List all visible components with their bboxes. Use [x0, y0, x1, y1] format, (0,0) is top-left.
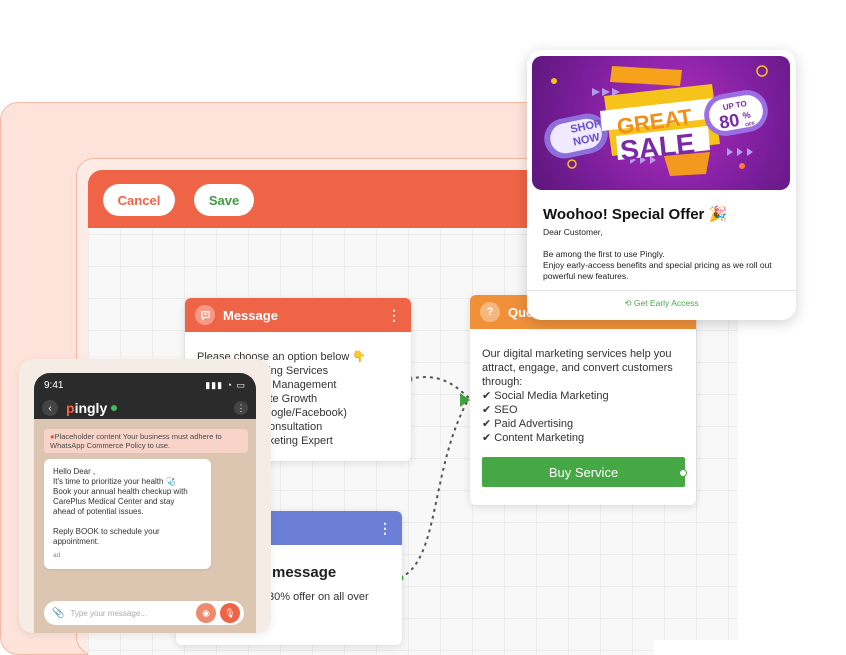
- offer-line: Enjoy early-access benefits and special …: [543, 260, 772, 281]
- bubble-line: Reply BOOK to schedule your: [53, 527, 160, 536]
- message-composer[interactable]: 📎 Type your message... ◉ 🎙: [44, 601, 244, 625]
- banner-pct-sign: %: [742, 110, 752, 121]
- pingly-logo: p ingly: [66, 400, 118, 416]
- paperclip-icon[interactable]: 📎: [52, 608, 64, 619]
- get-early-access-link[interactable]: ⟲ Get Early Access: [527, 298, 796, 309]
- buy-service-label: Buy Service: [548, 464, 619, 480]
- offer-greeting: Dear Customer,: [543, 227, 603, 237]
- offer-line: Be among the first to use Pingly.: [543, 249, 665, 259]
- question-option: ✔ Social Media Marketing: [482, 390, 609, 402]
- question-option: ✔ Content Marketing: [482, 432, 585, 444]
- microphone-icon[interactable]: 🎙: [220, 603, 240, 623]
- cancel-button[interactable]: Cancel: [103, 184, 175, 216]
- offer-body: Dear Customer, Be among the first to use…: [543, 227, 788, 282]
- chat-message-bubble: Hello Dear , It's time to prioritize you…: [44, 459, 211, 569]
- special-offer-popup: SHOP NOW GREAT SALE UP TO 80 % OFF Wooho…: [527, 50, 796, 320]
- signal-wifi-battery-icon: ▮▮▮ ◔ ▭: [205, 379, 246, 390]
- divider: [527, 290, 796, 291]
- buy-service-button[interactable]: Buy Service: [482, 457, 685, 487]
- canvas-corner-mask: [654, 640, 738, 655]
- bubble-line: Hello Dear ,: [53, 467, 96, 476]
- back-arrow-icon[interactable]: ‹: [42, 400, 58, 416]
- bubble-line: Book your annual health checkup with: [53, 487, 188, 496]
- phone-status-bar: 9:41 ▮▮▮ ◔ ▭: [34, 373, 256, 397]
- bubble-line: ahead of potential issues.: [53, 507, 144, 516]
- sparkle-icon: ⟲: [624, 298, 634, 308]
- message-node-title: Message: [223, 307, 278, 323]
- template-node-title: message: [272, 564, 337, 581]
- phone-time: 9:41: [44, 379, 64, 391]
- more-vertical-icon[interactable]: ⋮: [378, 520, 392, 537]
- sale-banner-image: SHOP NOW GREAT SALE UP TO 80 % OFF: [532, 56, 790, 190]
- question-option: ✔ Paid Advertising: [482, 418, 574, 430]
- more-vertical-icon[interactable]: ⋮: [234, 401, 248, 415]
- camera-icon[interactable]: ◉: [196, 603, 216, 623]
- chat-app-bar: ‹ p ingly ⋮: [34, 397, 256, 419]
- question-node-body: Our digital marketing services help you …: [470, 329, 696, 499]
- buy-service-output-handle[interactable]: [679, 469, 687, 477]
- question-intro: Our digital marketing services help you …: [482, 348, 673, 388]
- bubble-line: appointment.: [53, 537, 100, 546]
- policy-notice: ●Placeholder content Your business must …: [44, 429, 248, 453]
- question-node[interactable]: ? Ques Our digital marketing services he…: [470, 295, 696, 505]
- bubble-line: CarePlus Medical Center and stay: [53, 497, 175, 506]
- composer-placeholder: Type your message...: [70, 608, 147, 618]
- ad-label: ad: [53, 552, 61, 559]
- message-node-header: Message ⋮: [185, 298, 411, 332]
- question-icon: ?: [480, 302, 500, 322]
- banner-percent: 80: [718, 110, 741, 133]
- question-option: ✔ SEO: [482, 404, 518, 416]
- online-status-dot: [111, 405, 118, 411]
- phone-preview: 9:41 ▮▮▮ ◔ ▭ ‹ p ingly ⋮ ●Placeholder con…: [34, 373, 256, 633]
- chat-bubble-icon: [195, 305, 215, 325]
- bubble-line: It's time to prioritize your health 🩺: [53, 477, 176, 486]
- sale-banner-art: SHOP NOW GREAT SALE UP TO 80 % OFF: [544, 65, 768, 176]
- template-node-text: 30% offer on all over: [268, 591, 369, 603]
- save-button[interactable]: Save: [194, 184, 254, 216]
- offer-title: Woohoo! Special Offer 🎉: [543, 206, 728, 223]
- more-vertical-icon[interactable]: ⋮: [387, 307, 401, 324]
